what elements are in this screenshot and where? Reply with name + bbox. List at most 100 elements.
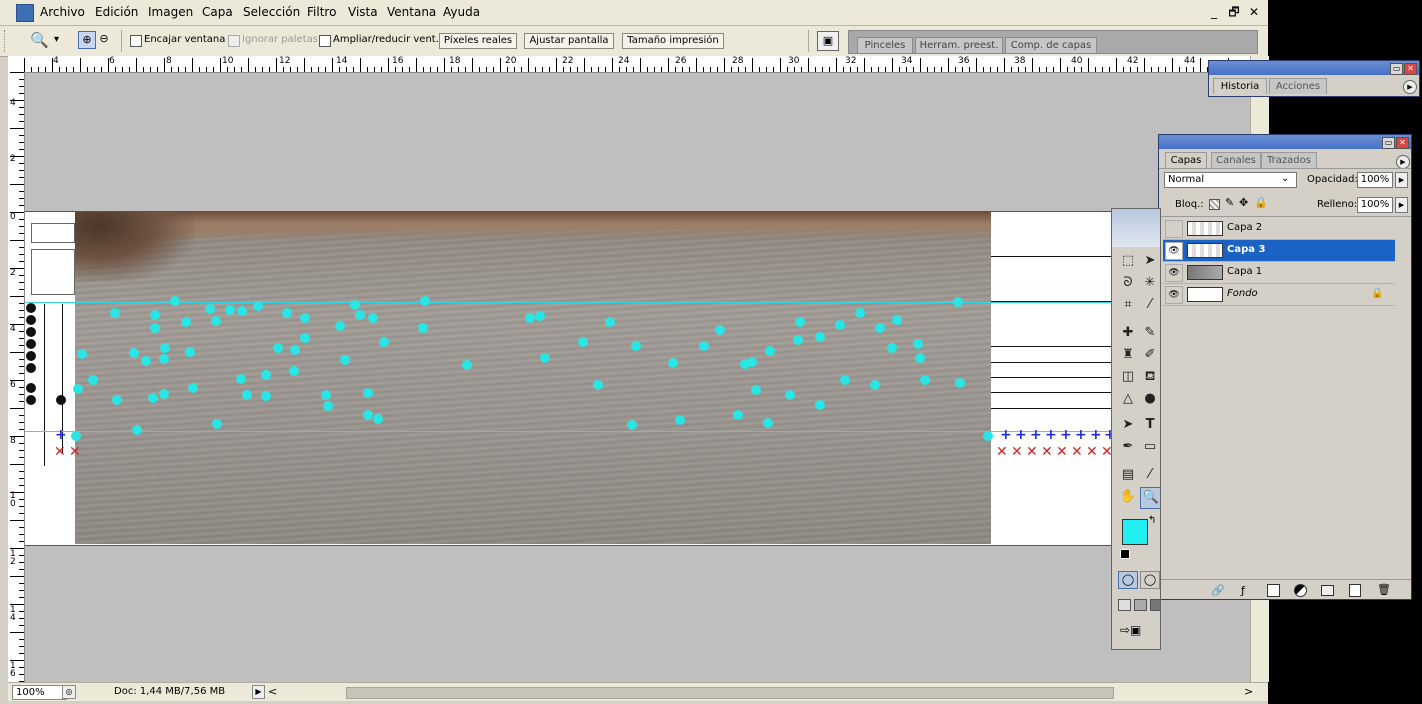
dodge-tool-icon[interactable]: ● [1140,389,1160,409]
menu-archivo[interactable]: Archivo [40,5,85,19]
lasso-tool-icon[interactable]: ᘐ [1118,273,1138,293]
zoom-level-field[interactable]: 100% [12,685,67,700]
shape-tool-icon[interactable]: ▭ [1140,437,1160,457]
clone-stamp-icon[interactable]: ♜ [1118,345,1138,365]
ruler-horizontal[interactable]: 4 6 8 10 12 14 16 18 20 22 24 26 28 30 3… [24,56,1250,73]
file-browser-icon[interactable]: ▣ [817,31,839,51]
screen-mode-standard-icon[interactable] [1118,599,1131,611]
tab-historia[interactable]: Historia [1213,78,1267,94]
notes-tool-icon[interactable]: ▤ [1118,465,1138,485]
healing-brush-icon[interactable]: ✚ [1118,323,1138,343]
adjustment-layer-icon[interactable] [1294,584,1307,597]
foreground-color-swatch[interactable] [1122,519,1148,545]
standard-mode-icon[interactable]: ◯ [1118,571,1138,589]
horizontal-scroll-thumb[interactable] [346,687,1114,699]
path-selection-icon[interactable]: ➤ [1118,415,1138,435]
tab-trazados[interactable]: Trazados [1261,152,1317,168]
guide-line-top[interactable] [25,302,1113,303]
menu-filtro[interactable]: Filtro [307,5,336,19]
minimize-icon[interactable]: ▭ [1382,137,1395,149]
opacity-field[interactable]: 100% [1357,172,1393,188]
hand-tool-icon[interactable]: ✋ [1118,487,1138,507]
screen-mode-full-icon[interactable] [1150,599,1160,611]
eraser-tool-icon[interactable]: ◫ [1118,367,1138,387]
move-tool-icon[interactable]: ➤ [1140,251,1160,271]
layer-style-icon[interactable]: ƒ [1241,584,1245,597]
toolbox-header-feather-icon[interactable] [1112,209,1160,247]
close-icon[interactable]: ✕ [1404,63,1417,75]
menu-ventana[interactable]: Ventana [387,5,436,19]
palette-menu-icon[interactable]: ▶ [1403,80,1417,94]
pen-tool-icon[interactable]: ✒ [1118,437,1138,457]
brush-tool-icon[interactable]: ✎ [1140,323,1160,343]
new-group-icon[interactable] [1321,585,1334,596]
zoom-in-icon[interactable]: ⊕ [78,31,96,49]
layer-mask-icon[interactable] [1267,584,1280,597]
layer-row-capa-2[interactable]: Capa 2 [1163,218,1395,240]
lock-position-icon[interactable]: ✥ [1239,196,1248,209]
palette-menu-icon[interactable]: ▶ [1396,155,1410,169]
encajar-ventana-checkbox[interactable] [130,35,142,47]
menu-imagen[interactable]: Imagen [148,5,193,19]
type-tool-icon[interactable]: T [1140,415,1160,435]
guide-line-bottom[interactable] [25,431,1113,432]
trash-icon[interactable]: 🗑 [1377,583,1391,596]
tab-capas[interactable]: Capas [1165,152,1207,168]
history-brush-icon[interactable]: ✐ [1140,345,1160,365]
opacity-slider-button[interactable]: ▶ [1395,172,1408,188]
status-arrow-icon[interactable]: ▶ [252,685,265,699]
eye-icon[interactable]: 👁 [1165,264,1183,282]
scroll-right-button[interactable]: > [1244,685,1256,699]
default-colors-icon[interactable] [1120,549,1130,559]
layer-row-capa-3[interactable]: 👁 Capa 3 [1163,240,1395,262]
slice-tool-icon[interactable]: ⁄ [1140,295,1160,315]
eye-icon[interactable]: 👁 [1165,286,1183,304]
screen-mode-full-menu-icon[interactable] [1134,599,1147,611]
fill-field[interactable]: 100% [1357,197,1393,213]
swap-colors-icon[interactable]: ↰ [1148,515,1156,526]
new-layer-icon[interactable] [1349,584,1361,597]
quick-mask-icon[interactable]: ◯ [1140,571,1160,589]
eye-icon[interactable]: 👁 [1165,242,1183,260]
eyedropper-icon[interactable]: ⁄ [1140,465,1160,485]
lock-transparency-icon[interactable] [1209,199,1220,210]
ignorar-paletas-checkbox[interactable] [228,35,240,47]
blur-tool-icon[interactable]: △ [1118,389,1138,409]
tab-herram-preest[interactable]: Herram. preest. [915,37,1003,53]
scroll-left-button[interactable]: < [268,685,280,699]
tamano-impresion-button[interactable]: Tamaño impresión [622,33,724,49]
ajustar-pantalla-button[interactable]: Ajustar pantalla [524,33,614,49]
ruler-vertical[interactable]: 4 2 0 2 4 6 8 1 0 1 2 1 4 1 6 [8,72,25,682]
magic-wand-icon[interactable]: ✳ [1140,273,1160,293]
zoom-out-icon[interactable]: ⊖ [96,31,112,47]
visibility-toggle[interactable] [1165,220,1183,238]
menu-seleccion[interactable]: Selección [243,5,300,19]
link-layers-icon[interactable]: 🔗 [1211,584,1225,597]
tool-preset-dropdown[interactable]: ▾ [54,34,59,45]
zoom-tool-icon[interactable]: 🔍 [30,31,49,49]
lock-all-icon[interactable]: 🔒 [1254,196,1268,209]
layer-row-fondo[interactable]: 👁 Fondo 🔒 [1163,284,1395,306]
grip-handle[interactable] [4,30,8,52]
ampliar-reducir-checkbox[interactable] [319,35,331,47]
tab-acciones[interactable]: Acciones [1269,78,1327,94]
menu-capa[interactable]: Capa [202,5,233,19]
jump-to-imageready-icon[interactable]: ⇨▣ [1120,623,1150,637]
menu-ayuda[interactable]: Ayuda [443,5,480,19]
blend-mode-select[interactable]: Normal [1164,172,1297,188]
palette-titlebar[interactable]: ▭ ✕ [1159,135,1411,149]
close-doc-button[interactable]: ✕ [1246,4,1262,20]
minimize-doc-button[interactable]: _ [1206,4,1222,20]
menu-edicion[interactable]: Edición [95,5,138,19]
status-menu-icon[interactable]: ◎ [62,685,76,699]
app-icon[interactable] [16,4,34,22]
layer-row-capa-1[interactable]: 👁 Capa 1 [1163,262,1395,284]
wood-texture-photo[interactable] [75,212,991,544]
marquee-tool-icon[interactable]: ⬚ [1118,251,1138,271]
zoom-tool-icon[interactable]: 🔍 [1140,487,1160,509]
tab-canales[interactable]: Canales [1211,152,1261,168]
restore-doc-button[interactable]: 🗗 [1226,4,1242,20]
fill-slider-button[interactable]: ▶ [1395,197,1408,213]
tab-comp-capas[interactable]: Comp. de capas [1005,37,1097,53]
minimize-icon[interactable]: ▭ [1390,63,1403,75]
